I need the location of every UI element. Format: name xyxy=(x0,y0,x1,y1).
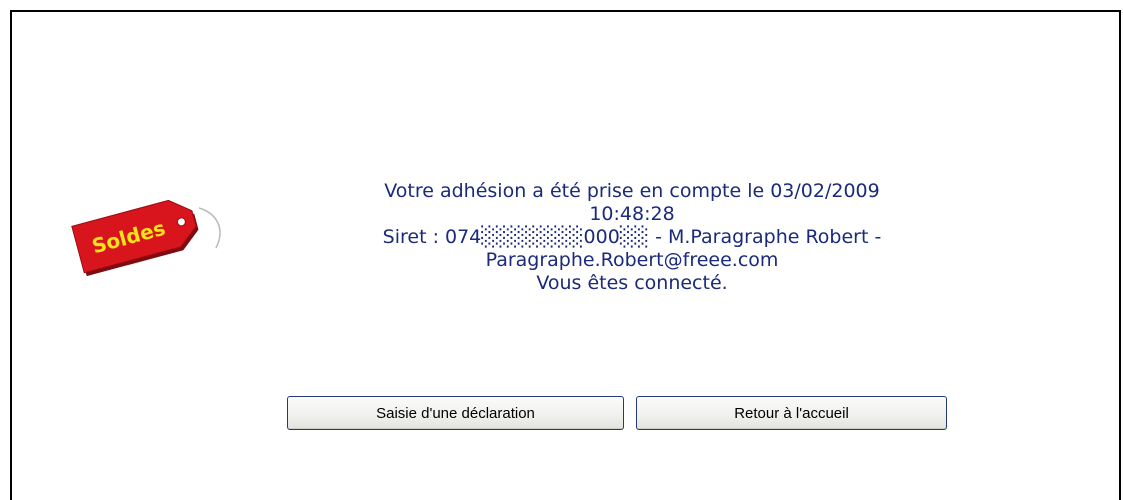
new-declaration-button[interactable]: Saisie d'une déclaration xyxy=(287,396,624,430)
membership-confirmed-line: Votre adhésion a été prise en compte le … xyxy=(384,180,880,202)
sale-tag-icon: Soldes xyxy=(71,199,221,277)
back-to-home-button[interactable]: Retour à l'accueil xyxy=(636,396,947,430)
confirmation-message: Votre adhésion a été prise en compte le … xyxy=(318,180,946,295)
siret-identity-line: Siret : 074░░░░░░░000░░ - M.Paragraphe R… xyxy=(382,226,882,248)
connected-status-line: Vous êtes connecté. xyxy=(536,272,728,294)
email-line: Paragraphe.Robert@freee.com xyxy=(485,249,779,271)
soldes-tag-logo: Soldes xyxy=(66,178,236,293)
membership-time-line: 10:48:28 xyxy=(589,203,675,225)
